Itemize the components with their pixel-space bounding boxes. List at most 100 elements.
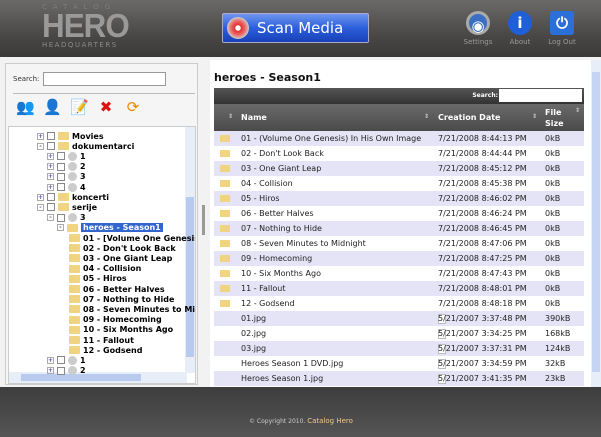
table-header: ⇕ Name ⇕ Creation Date ⇕ File Size ⇕ bbox=[214, 104, 584, 131]
tree-node[interactable]: - dokumentarci bbox=[37, 141, 134, 151]
table-row[interactable]: 08 - Seven Minutes to Midnight 7/21/2008… bbox=[214, 236, 584, 251]
tree-checkbox[interactable] bbox=[57, 183, 65, 191]
sort-icon[interactable]: ⇕ bbox=[424, 113, 429, 120]
table-row[interactable]: 04 - Collision 7/21/2008 8:45:38 PM 0kB bbox=[214, 176, 584, 191]
collapse-icon[interactable]: - bbox=[37, 142, 44, 150]
disc-icon bbox=[68, 172, 77, 182]
tree-node[interactable]: + Movies bbox=[37, 131, 104, 141]
tree-node[interactable]: 09 - Homecoming bbox=[69, 315, 162, 325]
tree-checkbox[interactable] bbox=[47, 132, 55, 140]
table-row[interactable]: 03.jpg 5/21/2007 3:37:31 PM 124kB bbox=[214, 341, 584, 356]
column-file-size[interactable]: File Size bbox=[545, 104, 571, 131]
table-row[interactable]: 01 - (Volume One Genesis) In His Own Ima… bbox=[214, 131, 584, 146]
tree-checkbox[interactable] bbox=[57, 356, 65, 365]
expand-icon[interactable]: + bbox=[47, 173, 54, 181]
table-row[interactable]: 01.jpg 5/21/2007 3:37:48 PM 390kB bbox=[214, 311, 584, 326]
expand-icon[interactable]: + bbox=[47, 163, 54, 171]
table-row[interactable]: 09 - Homecoming 7/21/2008 8:47:25 PM 0kB bbox=[214, 251, 584, 266]
sort-icon[interactable]: ⇕ bbox=[575, 107, 580, 114]
table-search-bar: Search: bbox=[214, 88, 584, 104]
tree-checkbox[interactable] bbox=[57, 172, 65, 181]
scan-media-button[interactable]: Scan Media bbox=[222, 13, 369, 43]
brand-link[interactable]: Catalog Hero bbox=[307, 417, 353, 425]
add-user-icon[interactable]: 👥 bbox=[16, 98, 35, 116]
expand-icon[interactable]: + bbox=[47, 183, 54, 191]
tree-node[interactable]: +2 bbox=[47, 162, 86, 172]
column-creation-date[interactable]: Creation Date bbox=[438, 104, 500, 131]
main-scrollbar[interactable] bbox=[591, 60, 601, 387]
tree-checkbox[interactable] bbox=[47, 193, 55, 202]
tree-node[interactable]: 12 - Godsend bbox=[69, 345, 142, 355]
tree-node[interactable]: 05 - Hiros bbox=[69, 274, 127, 284]
tree-node[interactable]: 07 - Nothing to Hide bbox=[69, 294, 174, 304]
tree-node[interactable]: +1 bbox=[47, 355, 86, 365]
tree-checkbox[interactable] bbox=[57, 366, 65, 375]
table-row[interactable]: 06 - Better Halves 7/21/2008 8:46:24 PM … bbox=[214, 206, 584, 221]
tree-checkbox[interactable] bbox=[57, 213, 65, 222]
folder-icon bbox=[69, 254, 80, 263]
tree-node-label: 1 bbox=[80, 355, 86, 365]
table-row[interactable]: 03 - One Giant Leap 7/21/2008 8:45:12 PM… bbox=[214, 161, 584, 176]
refresh-icon[interactable]: ⟳ bbox=[124, 98, 142, 116]
tree-checkbox[interactable] bbox=[57, 152, 65, 161]
tree-node[interactable]: +1 bbox=[47, 151, 86, 161]
tree-node[interactable]: 10 - Six Months Ago bbox=[69, 325, 173, 335]
tree-node[interactable]: - serije bbox=[37, 202, 97, 212]
tree-node[interactable]: 04 - Collision bbox=[69, 264, 141, 274]
folder-tree: + Movies - dokumentarci +1 +2 +3 +4 + koncerti - se… bbox=[8, 126, 196, 384]
tree-checkbox[interactable] bbox=[47, 203, 55, 212]
tree-checkbox[interactable] bbox=[47, 142, 55, 151]
tree-node[interactable]: +4 bbox=[47, 182, 86, 192]
edit-icon[interactable]: 📝 bbox=[70, 98, 89, 116]
tree-horizontal-scrollbar[interactable] bbox=[9, 372, 187, 383]
logo-main: HERO bbox=[42, 7, 130, 44]
expand-icon[interactable]: + bbox=[37, 193, 44, 201]
sort-icon[interactable]: ⇕ bbox=[532, 113, 537, 120]
collapse-icon[interactable]: - bbox=[37, 203, 44, 211]
table-row[interactable]: 07 - Nothing to Hide 7/21/2008 8:46:45 P… bbox=[214, 221, 584, 236]
tree-node[interactable]: 06 - Better Halves bbox=[69, 284, 165, 294]
tree-node[interactable]: - heroes - Season1 bbox=[57, 223, 163, 233]
table-row[interactable]: 10 - Six Months Ago 7/21/2008 8:47:43 PM… bbox=[214, 266, 584, 281]
table-row[interactable]: 02 - Don't Look Back 7/21/2008 8:44:44 P… bbox=[214, 146, 584, 161]
table-row[interactable]: 12 - Godsend 7/21/2008 8:48:18 PM 0kB bbox=[214, 296, 584, 311]
remove-user-icon[interactable]: 👤 bbox=[43, 98, 62, 116]
tree-node[interactable]: 01 - [Volume One Genesis] In bbox=[69, 233, 195, 243]
row-date: 7/21/2008 8:44:44 PM bbox=[438, 149, 527, 158]
tree-node[interactable]: +2 bbox=[47, 366, 86, 376]
tree-node-label: 11 - Fallout bbox=[83, 335, 134, 345]
column-name[interactable]: Name bbox=[241, 104, 267, 131]
table-row[interactable]: 05 - Hiros 7/21/2008 8:46:02 PM 0kB bbox=[214, 191, 584, 206]
about-button[interactable]: i About bbox=[500, 11, 540, 46]
tree-node[interactable]: 03 - One Giant Leap bbox=[69, 253, 172, 263]
tree-node[interactable]: -3 bbox=[47, 213, 86, 223]
delete-icon[interactable]: ✖ bbox=[97, 98, 115, 116]
expand-icon[interactable]: + bbox=[47, 356, 54, 364]
table-row[interactable]: 11 - Fallout 7/21/2008 8:48:01 PM 0kB bbox=[214, 281, 584, 296]
row-date: 5/21/2007 3:41:35 PM bbox=[438, 374, 527, 383]
expand-icon[interactable]: + bbox=[47, 367, 54, 375]
expand-icon[interactable]: + bbox=[37, 132, 44, 140]
expand-icon[interactable]: + bbox=[47, 152, 54, 160]
sort-icon[interactable]: ⇕ bbox=[228, 113, 233, 120]
table-row[interactable]: 02.jpg 5/21/2007 3:34:25 PM 168kB bbox=[214, 326, 584, 341]
tree-node[interactable]: 11 - Fallout bbox=[69, 335, 134, 345]
logo[interactable]: CATALOG HERO HEADQUARTERS bbox=[42, 3, 133, 49]
tree-checkbox[interactable] bbox=[57, 162, 65, 171]
settings-button[interactable]: ◉ Settings bbox=[458, 11, 498, 46]
collapse-icon[interactable]: - bbox=[47, 214, 54, 222]
tree-vertical-scrollbar[interactable] bbox=[185, 127, 195, 373]
logout-button[interactable]: ⏻ Log Out bbox=[542, 11, 582, 46]
tree-node[interactable]: 08 - Seven Minutes to Midni bbox=[69, 304, 195, 314]
panel-splitter[interactable] bbox=[202, 205, 205, 235]
table-search-input[interactable] bbox=[499, 89, 582, 102]
table-row[interactable]: Heroes Season 1 DVD.jpg 5/21/2007 3:34:5… bbox=[214, 356, 584, 371]
collapse-icon[interactable]: - bbox=[57, 224, 64, 232]
folder-icon bbox=[69, 244, 80, 253]
tree-node[interactable]: +3 bbox=[47, 172, 86, 182]
table-row[interactable]: Heroes Season 1.jpg 5/21/2007 3:41:35 PM… bbox=[214, 371, 584, 386]
sidebar-search-input[interactable] bbox=[43, 72, 167, 86]
tree-node[interactable]: + koncerti bbox=[37, 192, 109, 202]
row-date: 7/21/2008 8:46:24 PM bbox=[438, 209, 527, 218]
tree-node[interactable]: 02 - Don't Look Back bbox=[69, 243, 176, 253]
